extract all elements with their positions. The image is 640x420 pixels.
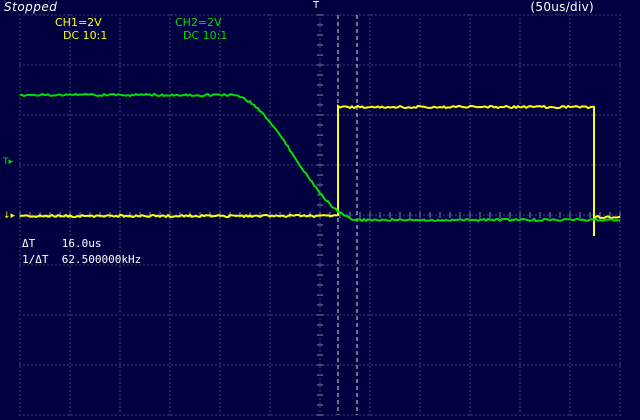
acquisition-status: Stopped [4,0,57,14]
trigger-level-marker: T▸ [3,157,13,167]
scope-screen [0,0,640,420]
ch1-info: CH1=2V DC 10:1 [55,16,107,42]
delta-t-value: 16.0us [62,237,102,250]
trigger-position-marker: T [313,0,319,11]
ch2-info: CH2=2V DC 10:1 [175,16,227,42]
inverse-delta-t-value: 62.500000kHz [62,253,141,266]
delta-t-row: ΔT 16.0us [22,236,141,252]
trace-ch2 [20,94,620,221]
ground-reference-marker: ↓▸ [3,211,15,221]
ch1-coupling: DC 10:1 [63,29,107,42]
inverse-delta-t-label: 1/ΔT [22,253,49,266]
delta-t-label: ΔT [22,237,35,250]
inverse-delta-t-row: 1/ΔT 62.500000kHz [22,252,141,268]
ch2-scale: CH2=2V [175,16,227,29]
timebase-readout: (50us/div) [530,0,594,14]
ch1-scale: CH1=2V [55,16,107,29]
ch2-coupling: DC 10:1 [183,29,227,42]
cursor-measurements: ΔT 16.0us 1/ΔT 62.500000kHz [22,236,141,268]
